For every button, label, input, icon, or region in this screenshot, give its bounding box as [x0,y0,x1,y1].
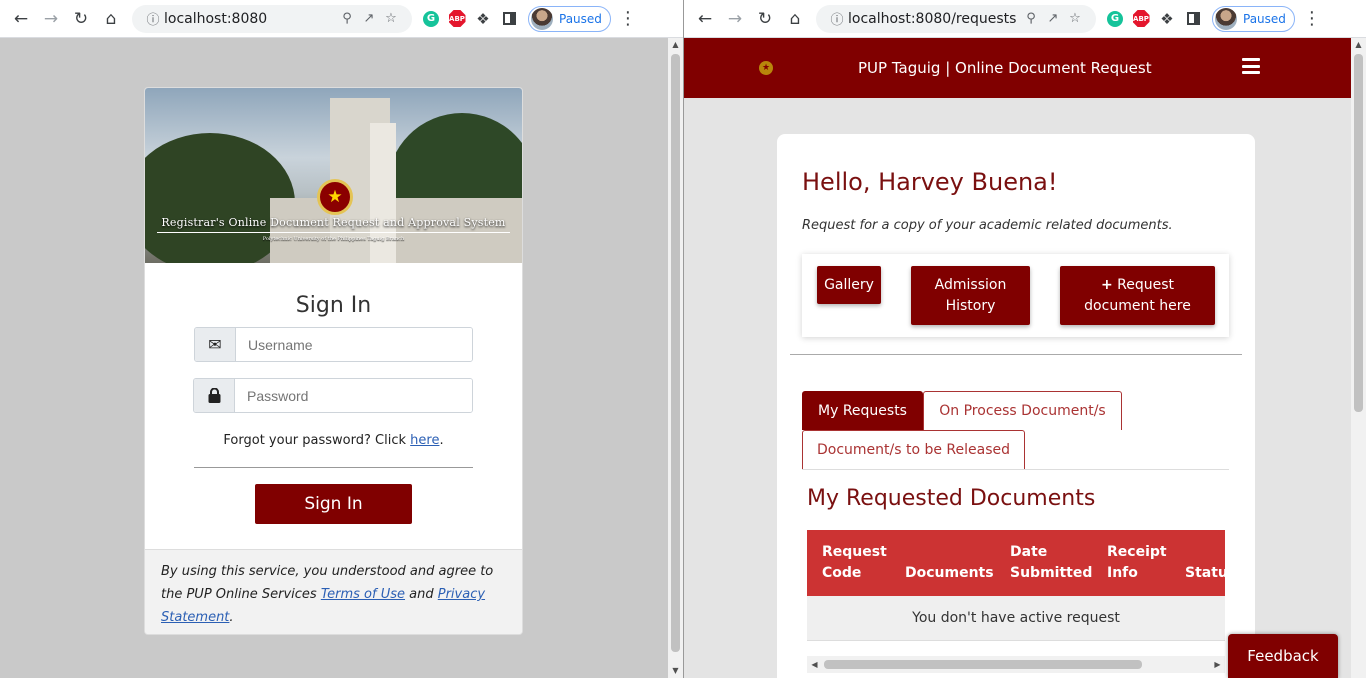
bookmark-star-icon[interactable]: ☆ [380,11,402,26]
scroll-down-icon[interactable]: ▼ [668,664,683,678]
back-icon[interactable]: ← [690,4,720,34]
tab-underline [802,469,1229,470]
top-navbar: ★ PUP Taguig | Online Document Request [684,38,1366,98]
side-panel-icon[interactable] [496,12,522,25]
action-buttons-panel: Gallery Admission History + Request docume… [802,254,1229,337]
greeting: Hello, Harvey Buena! [802,168,1058,196]
terms-footer: By using this service, you understood an… [145,549,522,634]
lock-icon [194,379,235,412]
signin-button[interactable]: Sign In [255,484,412,524]
scrollbar-thumb[interactable] [824,660,1142,669]
adblock-extension-icon[interactable]: ABP [444,10,470,27]
table-header: Request Code Documents Date Submitted Rece… [807,530,1225,596]
grammarly-extension-icon[interactable]: G [418,10,444,27]
login-page: ★ Registrar's Online Document Request an… [0,38,668,678]
tab-on-process[interactable]: On Process Document/s [923,391,1122,430]
hamburger-menu-icon[interactable] [1242,58,1260,74]
key-icon[interactable]: ⚲ [336,11,358,26]
envelope-icon: ✉ [195,328,236,361]
pup-logo-icon[interactable]: ★ [759,61,773,75]
column-header[interactable]: Request Code [822,542,887,584]
more-menu-icon[interactable]: ⋮ [617,8,639,29]
left-browser-window: ← → ↻ ⌂ ⓘ localhost:8080 ⚲ ↗ ☆ G ABP ❖ P… [0,0,683,678]
address-bar[interactable]: ⓘ localhost:8080/requests ⚲ ↗ ☆ [816,4,1096,33]
side-panel-icon[interactable] [1180,12,1206,25]
forward-icon[interactable]: → [720,4,750,34]
requests-page: ★ PUP Taguig | Online Document Request H… [684,38,1366,678]
info-icon[interactable]: ⓘ [142,9,164,28]
browser-toolbar: ← → ↻ ⌂ ⓘ localhost:8080 ⚲ ↗ ☆ G ABP ❖ P… [0,0,683,38]
admission-history-button[interactable]: Admission History [911,266,1030,325]
horizontal-scrollbar[interactable]: ◀ ▶ [807,656,1225,673]
profile-button[interactable]: Paused [528,5,611,32]
pup-seal-icon: ★ [317,179,353,215]
extensions-puzzle-icon[interactable]: ❖ [1154,10,1180,28]
scrollbar-thumb[interactable] [1354,54,1363,412]
share-icon[interactable]: ↗ [1042,11,1064,26]
key-icon[interactable]: ⚲ [1020,11,1042,26]
banner-title: Registrar's Online Document Request and … [161,216,506,229]
greeting-subtext: Request for a copy of your academic rela… [802,218,1173,233]
address-text: localhost:8080 [164,10,268,27]
campus-banner-image: ★ Registrar's Online Document Request an… [145,88,522,263]
forgot-password-link[interactable]: here [410,433,439,448]
reload-icon[interactable]: ↻ [750,4,780,34]
request-document-button[interactable]: + Request document here [1060,266,1215,325]
address-text: localhost:8080/requests [848,10,1017,27]
vertical-scrollbar[interactable]: ▲ [1351,38,1366,678]
banner-subtitle: Polytechnic University of the Philippine… [262,236,405,242]
more-menu-icon[interactable]: ⋮ [1301,8,1323,29]
home-icon[interactable]: ⌂ [96,4,126,34]
home-icon[interactable]: ⌂ [780,4,810,34]
right-browser-window: ← → ↻ ⌂ ⓘ localhost:8080/requests ⚲ ↗ ☆ … [684,0,1366,678]
profile-status: Paused [1243,11,1286,26]
username-group: ✉ [194,327,473,362]
column-header[interactable]: Receipt Info [1107,542,1167,584]
extensions-puzzle-icon[interactable]: ❖ [470,10,496,28]
empty-table-row: You don't have active request [807,596,1225,641]
divider [790,354,1242,355]
share-icon[interactable]: ↗ [358,11,380,26]
profile-button[interactable]: Paused [1212,5,1295,32]
plus-icon: + [1100,276,1113,293]
column-header[interactable]: Date Submitted [1010,542,1092,584]
back-icon[interactable]: ← [6,4,36,34]
password-group [193,378,473,413]
gallery-button[interactable]: Gallery [817,266,881,304]
address-bar[interactable]: ⓘ localhost:8080 ⚲ ↗ ☆ [132,4,412,33]
dashboard-card: Hello, Harvey Buena! Request for a copy … [777,134,1255,678]
column-header[interactable]: Status [1185,542,1225,584]
bookmark-star-icon[interactable]: ☆ [1064,11,1086,26]
adblock-extension-icon[interactable]: ABP [1128,10,1154,27]
login-card: ★ Registrar's Online Document Request an… [144,87,523,635]
column-header[interactable]: Documents [905,542,994,584]
profile-status: Paused [559,11,602,26]
divider [194,467,473,468]
password-input[interactable] [235,379,472,412]
terms-of-use-link[interactable]: Terms of Use [321,587,405,602]
forward-icon[interactable]: → [36,4,66,34]
feedback-button[interactable]: Feedback [1228,634,1338,678]
navbar-title: PUP Taguig | Online Document Request [858,59,1152,77]
section-title: My Requested Documents [807,486,1096,511]
avatar [531,7,553,30]
scrollbar-thumb[interactable] [671,54,680,652]
vertical-scrollbar[interactable]: ▲ ▼ [668,38,683,678]
signin-heading: Sign In [295,293,372,318]
requests-table: Request Code Documents Date Submitted Rece… [807,530,1225,678]
scroll-up-icon[interactable]: ▲ [1351,38,1366,52]
scroll-left-icon[interactable]: ◀ [807,656,822,673]
scroll-right-icon[interactable]: ▶ [1210,656,1225,673]
reload-icon[interactable]: ↻ [66,4,96,34]
avatar [1215,7,1237,30]
info-icon[interactable]: ⓘ [826,9,848,28]
tab-to-be-released[interactable]: Document/s to be Released [802,430,1025,469]
grammarly-extension-icon[interactable]: G [1102,10,1128,27]
forgot-password-text: Forgot your password? Click here. [223,433,444,448]
tab-my-requests[interactable]: My Requests [802,391,923,430]
username-input[interactable] [236,328,472,361]
browser-toolbar: ← → ↻ ⌂ ⓘ localhost:8080/requests ⚲ ↗ ☆ … [684,0,1366,38]
scroll-up-icon[interactable]: ▲ [668,38,683,52]
